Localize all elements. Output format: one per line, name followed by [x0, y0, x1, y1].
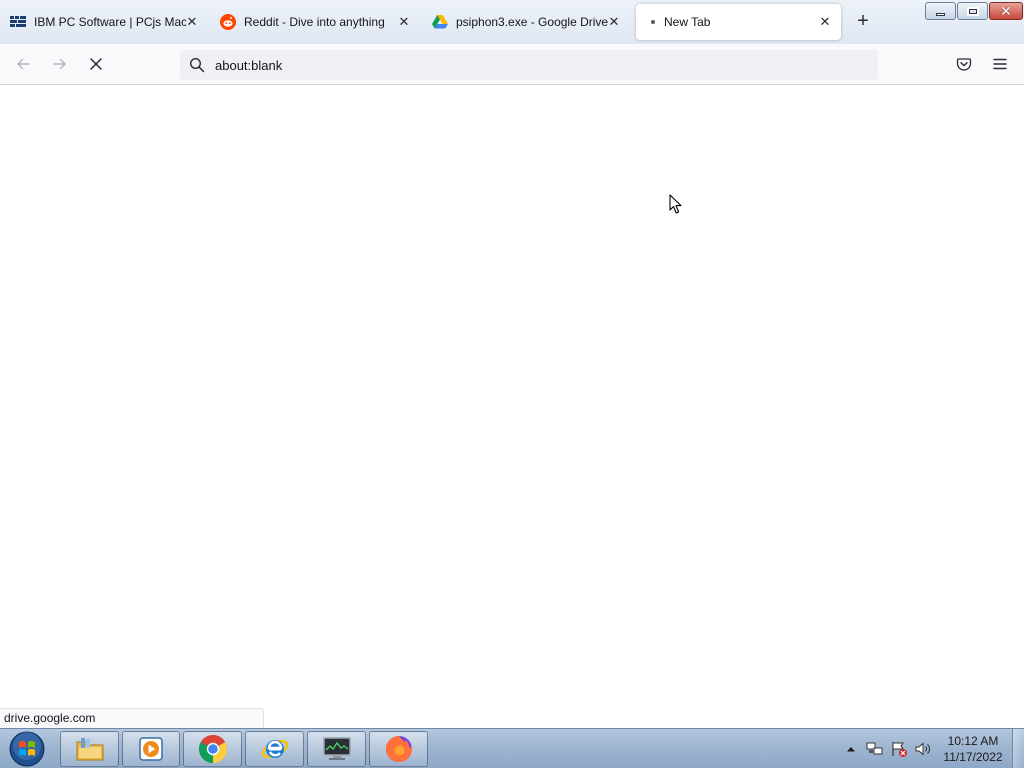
search-icon	[189, 57, 205, 73]
chrome-icon	[198, 735, 227, 763]
close-tab-icon[interactable]: ✕	[606, 14, 622, 30]
hamburger-menu-icon	[993, 58, 1007, 70]
network-icon[interactable]	[866, 740, 884, 758]
close-tab-icon[interactable]: ✕	[396, 14, 412, 30]
loading-dot-icon	[650, 14, 656, 30]
maximize-button[interactable]	[957, 2, 988, 20]
stop-loading-button[interactable]	[84, 52, 108, 76]
action-center-icon[interactable]	[890, 740, 908, 758]
minimize-button[interactable]	[925, 2, 956, 20]
reddit-icon	[220, 14, 236, 30]
start-button[interactable]	[4, 730, 50, 768]
minimize-icon	[936, 12, 945, 16]
firefox-icon	[385, 736, 412, 762]
tab-title: New Tab	[664, 15, 711, 29]
url-input[interactable]	[215, 57, 815, 73]
internet-explorer-icon	[261, 740, 288, 758]
taskbar-system-monitor[interactable]	[307, 731, 366, 767]
pcjs-icon	[10, 14, 26, 30]
media-player-icon	[139, 737, 163, 761]
stop-icon	[90, 58, 102, 70]
tab-new-tab[interactable]: New Tab ✕	[636, 4, 841, 40]
close-window-button[interactable]: ✕	[989, 2, 1023, 20]
file-explorer-icon	[76, 738, 103, 761]
tab-ibm-pc-software[interactable]: IBM PC Software | PCjs Machines ✕	[4, 4, 208, 40]
application-menu-button[interactable]	[988, 52, 1012, 76]
mouse-pointer-icon	[669, 194, 682, 214]
taskbar-firefox[interactable]	[369, 731, 428, 767]
maximize-icon	[966, 6, 979, 16]
windows-taskbar: 10:12 AM 11/17/2022	[0, 728, 1024, 768]
close-tab-icon[interactable]: ✕	[184, 14, 200, 30]
tab-reddit[interactable]: Reddit - Dive into anything ✕	[214, 4, 420, 40]
pocket-icon	[956, 58, 972, 71]
tab-title: psiphon3.exe - Google Drive	[456, 15, 608, 29]
page-content-blank[interactable]	[0, 85, 1024, 728]
volume-icon[interactable]	[914, 740, 932, 758]
taskbar-chrome[interactable]	[183, 731, 242, 767]
clock-date: 11/17/2022	[943, 750, 1003, 764]
close-icon: ✕	[1000, 3, 1012, 19]
address-bar[interactable]	[180, 50, 878, 80]
tab-strip: IBM PC Software | PCjs Machines ✕ Reddit…	[0, 0, 1024, 44]
show-desktop-button[interactable]	[1012, 729, 1024, 768]
clock-time: 10:12 AM	[947, 734, 999, 748]
forward-arrow-icon	[53, 58, 66, 70]
system-tray	[842, 729, 938, 768]
navigation-toolbar	[0, 44, 1024, 85]
back-arrow-icon	[17, 58, 30, 70]
link-status-bar: drive.google.com	[0, 708, 264, 728]
forward-button[interactable]	[48, 52, 72, 76]
tab-google-drive[interactable]: psiphon3.exe - Google Drive ✕	[426, 4, 630, 40]
tab-title: Reddit - Dive into anything	[244, 15, 385, 29]
pocket-button[interactable]	[952, 52, 976, 76]
taskbar-clock[interactable]: 10:12 AM 11/17/2022	[936, 733, 1010, 765]
windows-start-icon	[9, 731, 45, 767]
taskbar-media-player[interactable]	[122, 731, 180, 767]
system-monitor-icon	[322, 737, 351, 760]
new-tab-button[interactable]: +	[851, 10, 875, 34]
close-tab-icon[interactable]: ✕	[817, 14, 833, 30]
back-button[interactable]	[11, 52, 35, 76]
show-hidden-icons-icon[interactable]	[842, 740, 860, 758]
taskbar-file-explorer[interactable]	[60, 731, 119, 767]
tab-title: IBM PC Software | PCjs Machines	[34, 15, 186, 29]
taskbar-internet-explorer[interactable]	[245, 731, 304, 767]
google-drive-icon	[432, 14, 448, 30]
